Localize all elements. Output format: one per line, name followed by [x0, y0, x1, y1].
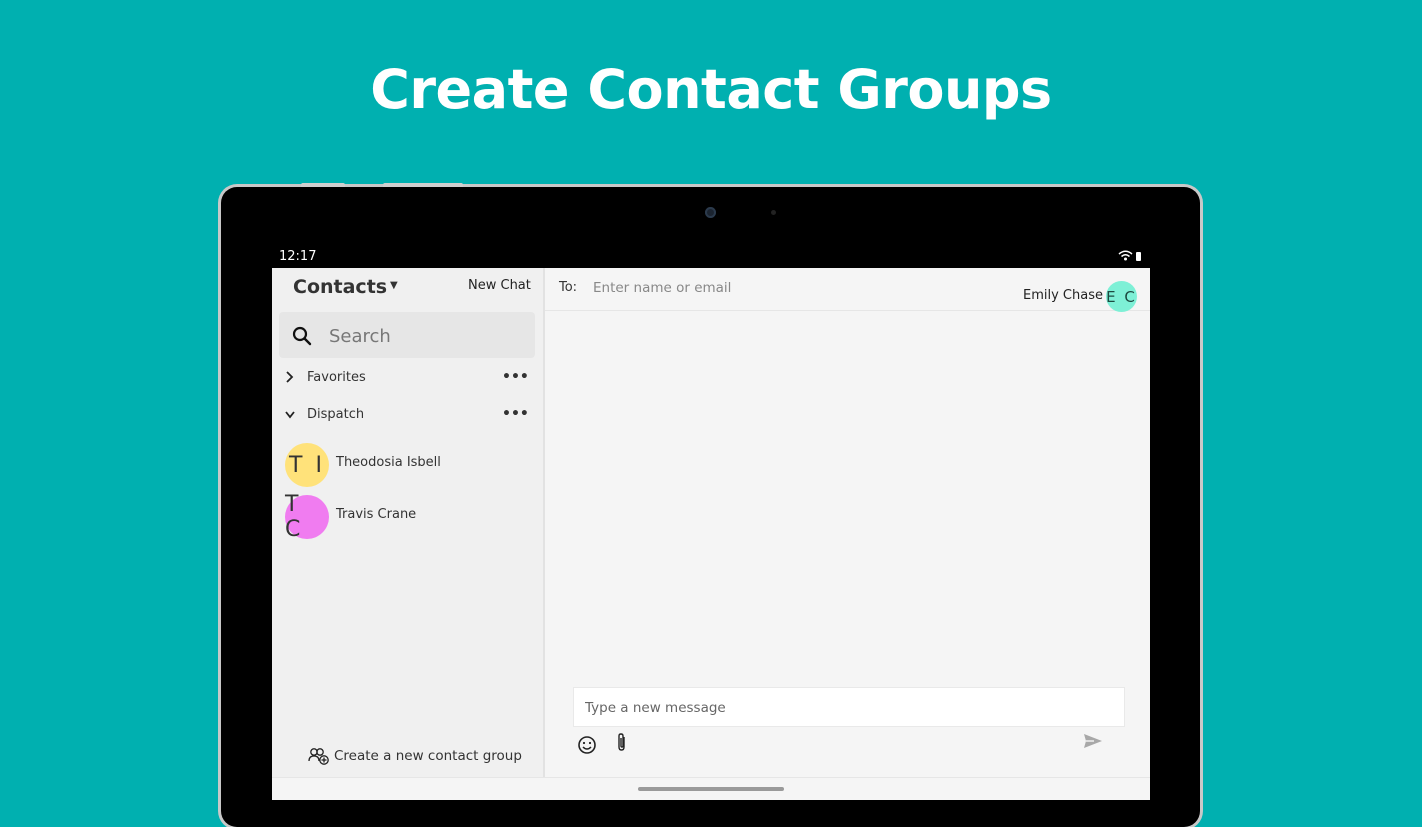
paperclip-icon[interactable]	[615, 732, 629, 754]
send-icon[interactable]	[1082, 732, 1104, 750]
status-bar: 12:17	[272, 232, 1150, 268]
contacts-panel: Contacts ▼ New Chat Favorites •••	[272, 268, 545, 777]
battery-icon	[1136, 252, 1141, 261]
group-row-favorites[interactable]: Favorites •••	[272, 363, 543, 393]
search-input[interactable]	[327, 321, 531, 351]
status-icons	[1118, 250, 1141, 261]
sensor-dot	[771, 210, 776, 215]
create-group-button[interactable]: Create a new contact group	[308, 747, 522, 765]
headline: Create Contact Groups	[370, 58, 1052, 121]
add-group-icon	[308, 748, 329, 765]
group-row-dispatch[interactable]: Dispatch •••	[272, 400, 543, 430]
group-label: Dispatch	[307, 407, 365, 422]
contacts-title: Contacts	[293, 276, 388, 298]
home-indicator[interactable]	[638, 787, 784, 791]
to-label: To:	[559, 280, 578, 295]
to-bar: To: Emily Chase E C	[545, 268, 1150, 312]
camera-icon	[705, 207, 716, 218]
search-icon	[292, 326, 312, 346]
chevron-down-icon	[285, 411, 295, 419]
message-box[interactable]	[573, 687, 1125, 727]
contact-name: Travis Crane	[336, 507, 417, 522]
navigation-bar	[272, 777, 1150, 800]
wifi-icon	[1118, 250, 1133, 261]
more-options-icon[interactable]: •••	[502, 406, 529, 422]
recipient-input[interactable]	[591, 276, 925, 300]
user-avatar[interactable]: E C	[1106, 281, 1137, 312]
create-group-label: Create a new contact group	[334, 748, 522, 764]
chevron-right-icon	[286, 371, 294, 383]
status-time: 12:17	[279, 249, 317, 264]
message-input[interactable]	[583, 696, 1107, 720]
tablet-volume-button	[383, 183, 463, 187]
avatar: T C	[285, 492, 329, 542]
tablet-screen: 12:17 Contacts ▼ New Chat Search Favorit…	[272, 232, 1150, 800]
new-chat-button[interactable]: New Chat	[468, 278, 531, 293]
group-label: Favorites	[307, 370, 366, 385]
emoji-icon[interactable]	[577, 735, 597, 755]
more-options-icon[interactable]: •••	[502, 369, 529, 385]
search-box[interactable]	[279, 312, 535, 358]
user-name: Emily Chase	[1023, 288, 1103, 303]
contact-item[interactable]: T C Travis Crane	[272, 492, 543, 543]
tablet-side-button	[301, 183, 345, 187]
contacts-dropdown-icon[interactable]: ▼	[390, 280, 398, 291]
contact-name: Theodosia Isbell	[336, 455, 441, 470]
contact-item[interactable]: T I Theodosia Isbell	[272, 443, 543, 491]
avatar: T I	[285, 443, 329, 487]
chat-panel: To: Emily Chase E C	[545, 268, 1150, 777]
tablet-frame: 12:17 Contacts ▼ New Chat Search Favorit…	[221, 183, 1200, 827]
